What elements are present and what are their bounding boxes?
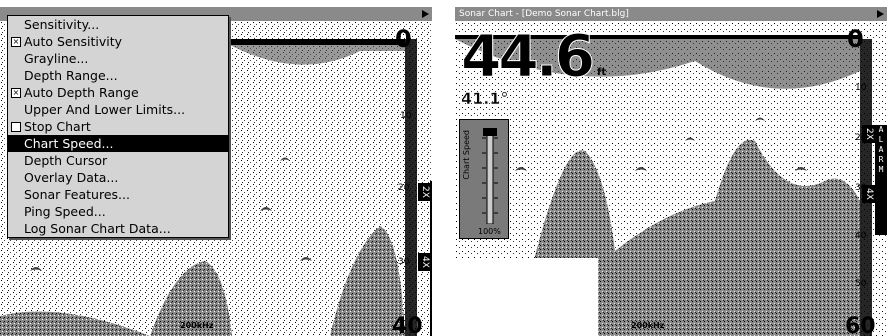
menu-item-label: Depth Range... xyxy=(24,68,118,83)
left-zoom-4x[interactable]: 4X xyxy=(418,253,432,271)
menu-item-label: Upper And Lower Limits... xyxy=(24,102,186,117)
right-scale-top: 0 xyxy=(847,25,864,53)
menu-item[interactable]: Overlay Data... xyxy=(8,169,228,186)
title-arrow-icon[interactable] xyxy=(422,10,429,18)
chart-speed-slider[interactable] xyxy=(482,128,498,224)
alarm-letter: A xyxy=(878,125,884,134)
blank-panel xyxy=(455,258,598,336)
left-sonar-screen: 0 10 20 30 40 200kHz 2X 4X Sensitivity..… xyxy=(0,7,432,336)
menu-item[interactable]: Stop Chart xyxy=(8,118,228,135)
sonar-context-menu: Sensitivity... × Auto Sensitivity Grayline.… xyxy=(7,15,229,238)
menu-item-label: Stop Chart xyxy=(24,119,91,134)
alarm-letter: R xyxy=(878,155,884,164)
checkbox-icon[interactable] xyxy=(11,122,21,132)
alarm-letter: A xyxy=(878,145,884,154)
right-tick: 50 xyxy=(855,279,867,289)
left-frequency: 200kHz xyxy=(180,321,214,330)
menu-item-label: Sensitivity... xyxy=(24,17,100,32)
alarm-letter: M xyxy=(878,165,884,174)
left-tick: 30 xyxy=(398,257,410,267)
menu-item[interactable]: Depth Cursor xyxy=(8,152,228,169)
temperature-readout: 41.1° xyxy=(461,89,509,109)
checkbox-checked-icon[interactable]: × xyxy=(11,88,21,98)
menu-item[interactable]: × Auto Sensitivity xyxy=(8,33,228,50)
menu-item[interactable]: Log Sonar Chart Data... xyxy=(8,220,228,237)
title-arrow-icon[interactable] xyxy=(877,10,884,18)
chart-speed-control[interactable]: Chart Speed 100% xyxy=(459,119,509,239)
alarm-letter: L xyxy=(878,135,884,144)
right-title-bar: Sonar Chart - [Demo Sonar Chart.blg] xyxy=(455,7,887,21)
left-tick: 10 xyxy=(400,111,412,121)
menu-item[interactable]: × Auto Depth Range xyxy=(8,84,228,101)
menu-item[interactable]: Grayline... xyxy=(8,50,228,67)
right-tick: 10 xyxy=(855,83,867,93)
menu-item[interactable]: Sensitivity... xyxy=(8,16,228,33)
right-zoom-2x[interactable]: 2X xyxy=(862,125,876,143)
right-scale-bottom: 60 xyxy=(845,314,876,336)
menu-item[interactable]: Depth Range... xyxy=(8,67,228,84)
menu-item[interactable]: Chart Speed... xyxy=(8,135,228,152)
menu-item-label: Depth Cursor xyxy=(24,153,108,168)
menu-item-label: Overlay Data... xyxy=(24,170,119,185)
menu-item[interactable]: Upper And Lower Limits... xyxy=(8,101,228,118)
right-sonar-screen: Sonar Chart - [Demo Sonar Chart.blg] 44.… xyxy=(455,7,887,336)
left-zoom-2x[interactable]: 2X xyxy=(418,183,432,201)
depth-unit: ft xyxy=(597,67,607,78)
menu-item[interactable]: Sonar Features... xyxy=(8,186,228,203)
menu-item-label: Sonar Features... xyxy=(24,187,130,202)
menu-item-label: Auto Sensitivity xyxy=(24,34,123,49)
alarm-indicator: ALARM xyxy=(875,125,887,235)
menu-item[interactable]: Ping Speed... xyxy=(8,203,228,220)
left-tick: 20 xyxy=(398,183,410,193)
chart-speed-label: Chart Speed xyxy=(462,130,471,180)
depth-readout: 44.6 xyxy=(460,22,595,90)
menu-item-label: Chart Speed... xyxy=(24,136,114,151)
menu-item-label: Auto Depth Range xyxy=(24,85,139,100)
menu-item-label: Ping Speed... xyxy=(24,204,106,219)
checkbox-checked-icon[interactable]: × xyxy=(11,37,21,47)
right-tick: 40 xyxy=(855,231,867,241)
right-zoom-4x[interactable]: 4X xyxy=(862,185,876,203)
chart-speed-value: 100% xyxy=(478,227,501,236)
right-frequency: 200kHz xyxy=(631,321,665,330)
window-title: Sonar Chart - [Demo Sonar Chart.blg] xyxy=(459,9,629,19)
menu-item-label: Grayline... xyxy=(24,51,89,66)
left-scale-top: 0 xyxy=(395,25,412,53)
left-scale-bottom: 40 xyxy=(392,314,423,336)
menu-item-label: Log Sonar Chart Data... xyxy=(24,221,171,236)
